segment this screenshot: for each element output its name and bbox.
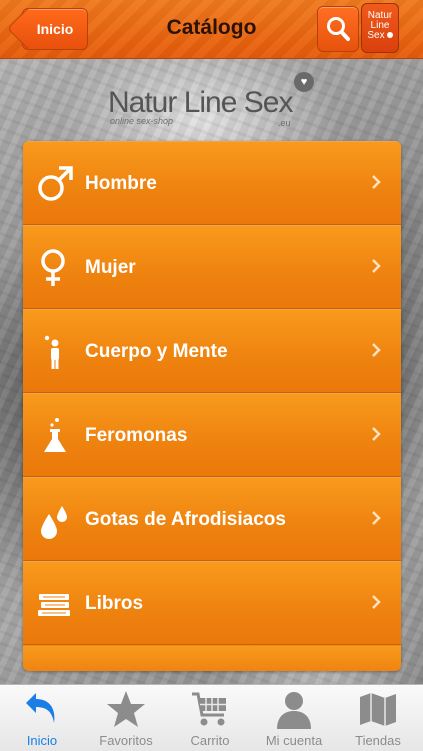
menu-item-label: Hombre: [85, 172, 157, 194]
tab-inicio[interactable]: Inicio: [0, 685, 84, 751]
heart-icon: ♥: [294, 72, 314, 92]
female-symbol-icon: [41, 249, 65, 286]
chevron-right-icon: [372, 259, 381, 273]
cart-icon: [192, 692, 226, 726]
tab-label: Mi cuenta: [265, 733, 323, 748]
back-arrow-icon: [26, 693, 55, 723]
menu-item-label: Cuerpo y Mente: [85, 340, 228, 362]
menu-item-hombre[interactable]: Hombre: [23, 141, 401, 225]
brand-line-3: Sex: [367, 30, 385, 41]
star-icon: [107, 691, 145, 727]
search-button[interactable]: [317, 6, 359, 52]
flask-icon: [44, 418, 66, 452]
navigation-bar: Inicio Catálogo Natur Line Sex: [0, 0, 423, 59]
logo-wordmark: Natur Line Sex: [108, 86, 293, 119]
brand-logo-button[interactable]: Natur Line Sex: [361, 3, 399, 53]
chevron-right-icon: [372, 175, 381, 189]
male-symbol-icon: [38, 166, 73, 201]
menu-item-mujer[interactable]: Mujer: [23, 225, 401, 309]
tab-label: Carrito: [190, 733, 230, 748]
drops-icon: [41, 506, 67, 539]
menu-item-label: Mujer: [85, 256, 136, 278]
logo-tagline: online sex-shop: [110, 116, 174, 126]
menu-item-label: Gotas de Afrodisiacos: [85, 508, 286, 530]
tab-label: Inicio: [26, 733, 58, 748]
tab-favoritos[interactable]: Favoritos: [84, 685, 168, 751]
back-button-label: Inicio: [36, 21, 74, 37]
tab-carrito[interactable]: Carrito: [168, 685, 252, 751]
menu-item-cuerpo-y-mente[interactable]: Cuerpo y Mente: [23, 309, 401, 393]
menu-item-partial: [23, 646, 401, 671]
menu-item-label: Libros: [85, 592, 144, 614]
chevron-right-icon: [372, 511, 381, 525]
chevron-right-icon: [372, 343, 381, 357]
user-icon: [277, 692, 311, 729]
person-icon: [44, 335, 59, 369]
tab-tiendas[interactable]: Tiendas: [336, 685, 420, 751]
chevron-right-icon: [372, 595, 381, 609]
books-icon: [38, 594, 70, 616]
catalog-menu: Hombre Mujer Cuerpo y Mente Feromonas Go…: [23, 141, 401, 671]
menu-item-feromonas[interactable]: Feromonas: [23, 393, 401, 477]
map-icon: [360, 693, 396, 726]
search-icon: [327, 17, 350, 41]
logo-domain: .eu: [278, 118, 291, 128]
shop-logo: Natur Line Sex online sex-shop .eu ♥: [108, 72, 318, 130]
tab-label: Favoritos: [99, 733, 153, 748]
menu-item-libros[interactable]: Libros: [23, 561, 401, 645]
menu-item-label: Feromonas: [85, 424, 188, 446]
tab-mi-cuenta[interactable]: Mi cuenta: [252, 685, 336, 751]
menu-item-gotas-de-afrodisiacos[interactable]: Gotas de Afrodisiacos: [23, 477, 401, 561]
back-button[interactable]: Inicio: [22, 8, 88, 50]
chevron-right-icon: [372, 427, 381, 441]
tab-label: Tiendas: [355, 733, 401, 748]
brand-dot-icon: [386, 32, 393, 38]
tab-bar: Inicio Favoritos Carrito Mi cuenta Tiend…: [0, 684, 423, 751]
